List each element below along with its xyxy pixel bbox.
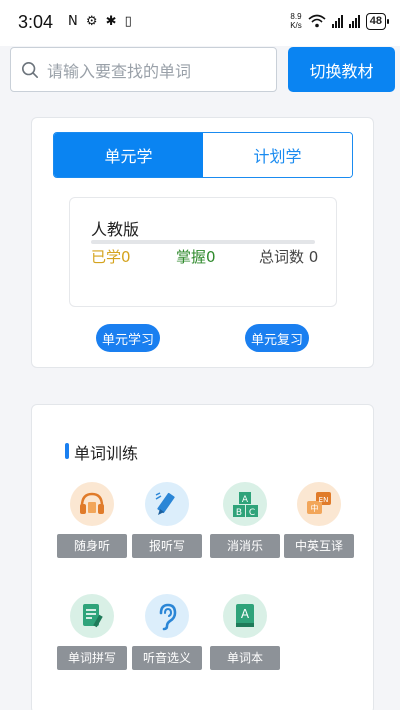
wifi-icon xyxy=(308,14,326,28)
section-accent-bar xyxy=(65,443,69,459)
tool-translate[interactable]: EN 中 中英互译 xyxy=(284,482,354,558)
notification-icons: N ⚙ ✱ ▯ xyxy=(68,14,134,29)
study-card: 单元学 计划学 人教版 已学0 掌握0 总词数 0 单元学习 单元复习 xyxy=(31,117,374,368)
unit-review-button[interactable]: 单元复习 xyxy=(245,324,309,352)
search-placeholder: 请输入要查找的单词 xyxy=(47,61,192,81)
svg-text:B: B xyxy=(236,508,242,518)
tool-word-spelling[interactable]: 单词拼写 xyxy=(57,594,127,670)
progress-bar xyxy=(91,240,315,244)
pencil-icon xyxy=(145,482,189,526)
headphones-icon xyxy=(70,482,114,526)
tool-label: 消消乐 xyxy=(210,534,280,558)
mastered-count: 掌握0 xyxy=(176,248,216,266)
tool-word-book[interactable]: A 单词本 xyxy=(210,594,280,670)
status-time: 3:04 xyxy=(18,12,54,32)
word-book-icon: A xyxy=(223,594,267,638)
section-title: 单词训练 xyxy=(74,444,139,463)
svg-text:中: 中 xyxy=(311,503,319,513)
svg-text:A: A xyxy=(241,607,250,621)
word-training-card: 单词训练 随身听 报听写 A B C 消消乐 EN 中 中英互译 单词拼写 听音… xyxy=(31,404,374,710)
total-word-count: 总词数 0 xyxy=(259,248,319,266)
textbook-title: 人教版 xyxy=(91,220,140,239)
search-icon xyxy=(21,61,39,78)
switch-textbook-button[interactable]: 切换教材 xyxy=(288,47,395,92)
tool-label: 单词拼写 xyxy=(57,646,127,670)
tool-dictation[interactable]: 报听写 xyxy=(132,482,202,558)
svg-text:EN: EN xyxy=(319,496,329,504)
tool-label: 报听写 xyxy=(132,534,202,558)
tool-label: 随身听 xyxy=(57,534,127,558)
tab-plan-study[interactable]: 计划学 xyxy=(203,133,352,177)
unit-study-button[interactable]: 单元学习 xyxy=(96,324,160,352)
status-bar: 3:04 N ⚙ ✱ ▯ 8.9 K/s 48 xyxy=(0,0,400,46)
tool-listen-choose-meaning[interactable]: 听音选义 xyxy=(132,594,202,670)
tool-label: 中英互译 xyxy=(284,534,354,558)
battery-indicator: 48 xyxy=(365,12,390,30)
textbook-progress-box[interactable]: 人教版 已学0 掌握0 总词数 0 xyxy=(69,197,337,307)
network-speed: 8.9 K/s xyxy=(290,12,302,30)
study-mode-tabs: 单元学 计划学 xyxy=(53,132,353,178)
status-right: 8.9 K/s 48 xyxy=(290,12,390,30)
search-input[interactable]: 请输入要查找的单词 xyxy=(10,47,277,92)
ear-icon xyxy=(145,594,189,638)
tool-match-game[interactable]: A B C 消消乐 xyxy=(210,482,280,558)
tab-unit-study[interactable]: 单元学 xyxy=(54,133,203,177)
tool-portable-listening[interactable]: 随身听 xyxy=(57,482,127,558)
document-pen-icon xyxy=(70,594,114,638)
signal-icon xyxy=(331,14,343,28)
svg-text:C: C xyxy=(249,508,255,518)
tool-label: 单词本 xyxy=(210,646,280,670)
abc-blocks-icon: A B C xyxy=(223,482,267,526)
signal-icon xyxy=(348,14,360,28)
svg-text:A: A xyxy=(242,495,249,505)
translate-icon: EN 中 xyxy=(297,482,341,526)
tool-label: 听音选义 xyxy=(132,646,202,670)
learned-count: 已学0 xyxy=(91,248,131,266)
